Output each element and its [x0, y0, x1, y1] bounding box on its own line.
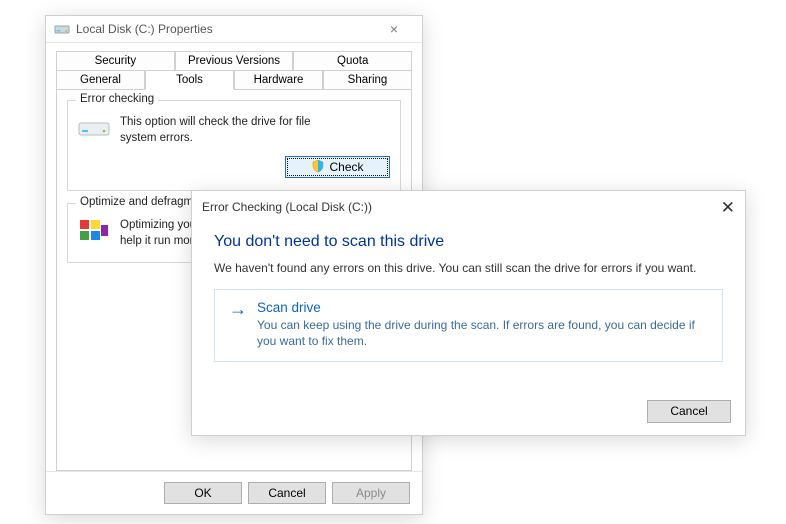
- error-checking-dialog: Error Checking (Local Disk (C:)) ✕ You d…: [191, 190, 746, 436]
- window-title: Local Disk (C:) Properties: [76, 22, 374, 36]
- arrow-right-icon: →: [229, 300, 247, 349]
- error-checking-group: Error checking This option will check th…: [67, 100, 401, 191]
- cancel-button[interactable]: Cancel: [647, 400, 731, 423]
- tab-previous-versions[interactable]: Previous Versions: [175, 51, 294, 70]
- check-button-label: Check: [329, 160, 363, 174]
- dialog-buttons: OK Cancel Apply: [46, 471, 422, 514]
- tab-hardware[interactable]: Hardware: [234, 70, 323, 90]
- close-button[interactable]: ×: [374, 21, 414, 37]
- defrag-icon: [78, 218, 110, 250]
- close-button[interactable]: ✕: [699, 199, 735, 216]
- scan-drive-desc: You can keep using the drive during the …: [257, 317, 708, 349]
- tab-general[interactable]: General: [56, 70, 145, 90]
- hdd-icon: [78, 115, 110, 139]
- dialog-message: We haven't found any errors on this driv…: [214, 261, 723, 275]
- scan-drive-title: Scan drive: [257, 300, 708, 315]
- cancel-button[interactable]: Cancel: [248, 482, 326, 504]
- tab-quota[interactable]: Quota: [293, 51, 412, 70]
- error-checking-legend: Error checking: [76, 93, 158, 105]
- dialog-heading: You don't need to scan this drive: [214, 233, 723, 251]
- scan-drive-option[interactable]: → Scan drive You can keep using the driv…: [214, 289, 723, 362]
- tab-sharing[interactable]: Sharing: [323, 70, 412, 90]
- ok-button[interactable]: OK: [164, 482, 242, 504]
- apply-button[interactable]: Apply: [332, 482, 410, 504]
- check-button[interactable]: Check: [285, 156, 390, 178]
- error-checking-text: This option will check the drive for fil…: [120, 115, 320, 146]
- drive-icon: [54, 21, 70, 37]
- tab-security[interactable]: Security: [56, 51, 175, 70]
- titlebar: Local Disk (C:) Properties ×: [46, 16, 422, 43]
- dialog-titlebar: Error Checking (Local Disk (C:)) ✕: [192, 191, 745, 223]
- shield-icon: [311, 159, 325, 176]
- tab-tools[interactable]: Tools: [145, 70, 234, 90]
- dialog-title: Error Checking (Local Disk (C:)): [202, 200, 699, 214]
